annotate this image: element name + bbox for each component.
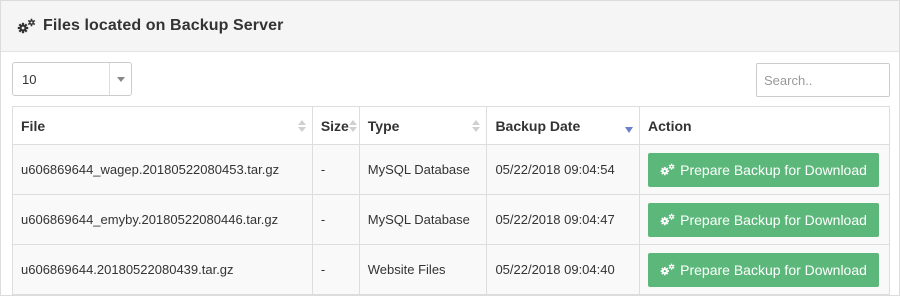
sort-icon <box>297 120 306 132</box>
panel-title: Files located on Backup Server <box>43 17 284 34</box>
backup-files-table: File Size Type Backup Date Action u60686… <box>12 106 890 295</box>
page-length-select[interactable]: 10 <box>12 62 132 96</box>
panel-header: Files located on Backup Server <box>1 1 899 52</box>
prepare-backup-button[interactable]: Prepare Backup for Download <box>648 202 880 237</box>
button-label: Prepare Backup for Download <box>680 211 867 228</box>
chevron-down-icon <box>116 76 125 82</box>
column-header-label: Type <box>367 117 400 134</box>
type-cell: Website Files <box>358 244 488 295</box>
type-cell: MySQL Database <box>358 194 488 245</box>
file-cell: u606869644_wagep.20180522080453.tar.gz <box>12 144 313 195</box>
size-cell: - <box>311 244 360 295</box>
column-header-type[interactable]: Type <box>358 106 488 145</box>
backup-date-cell: 05/22/2018 09:04:54 <box>486 144 641 195</box>
prepare-backup-button[interactable]: Prepare Backup for Download <box>648 152 880 187</box>
file-cell: u606869644_emyby.20180522080446.tar.gz <box>12 194 313 245</box>
gears-icon <box>660 263 675 276</box>
size-cell: - <box>311 194 360 245</box>
column-header-label: Size <box>320 117 349 134</box>
backup-files-panel: Files located on Backup Server 10 File S… <box>0 0 900 296</box>
column-header-backup-date[interactable]: Backup Date <box>486 106 641 145</box>
column-header-label: Action <box>648 117 692 134</box>
size-cell: - <box>311 144 360 195</box>
prepare-backup-button[interactable]: Prepare Backup for Download <box>648 252 880 287</box>
column-header-label: Backup Date <box>495 117 581 134</box>
search-input[interactable] <box>756 63 890 97</box>
action-cell: Prepare Backup for Download <box>639 144 890 195</box>
column-header-label: File <box>21 117 46 134</box>
type-cell: MySQL Database <box>358 144 488 195</box>
file-cell: u606869644.20180522080439.tar.gz <box>12 244 313 295</box>
column-header-action: Action <box>639 106 890 145</box>
action-cell: Prepare Backup for Download <box>639 194 890 245</box>
gears-icon <box>660 163 675 176</box>
page-length-dropdown[interactable] <box>109 63 131 95</box>
page-length-value: 10 <box>22 71 37 87</box>
table-row: u606869644.20180522080439.tar.gz - Websi… <box>12 244 890 295</box>
gears-icon <box>17 18 36 34</box>
button-label: Prepare Backup for Download <box>680 261 867 278</box>
action-cell: Prepare Backup for Download <box>639 244 890 295</box>
table-row: u606869644_emyby.20180522080446.tar.gz -… <box>12 194 890 245</box>
column-header-size[interactable]: Size <box>311 106 360 145</box>
backup-date-cell: 05/22/2018 09:04:47 <box>486 194 641 245</box>
column-header-file[interactable]: File <box>12 106 313 145</box>
backup-date-cell: 05/22/2018 09:04:40 <box>486 244 641 295</box>
table-header-row: File Size Type Backup Date Action <box>12 106 890 145</box>
sort-icon <box>348 120 357 132</box>
button-label: Prepare Backup for Download <box>680 161 867 178</box>
sort-icon <box>472 120 481 132</box>
table-row: u606869644_wagep.20180522080453.tar.gz -… <box>12 144 890 195</box>
sort-desc-icon <box>625 120 634 133</box>
gears-icon <box>660 213 675 226</box>
